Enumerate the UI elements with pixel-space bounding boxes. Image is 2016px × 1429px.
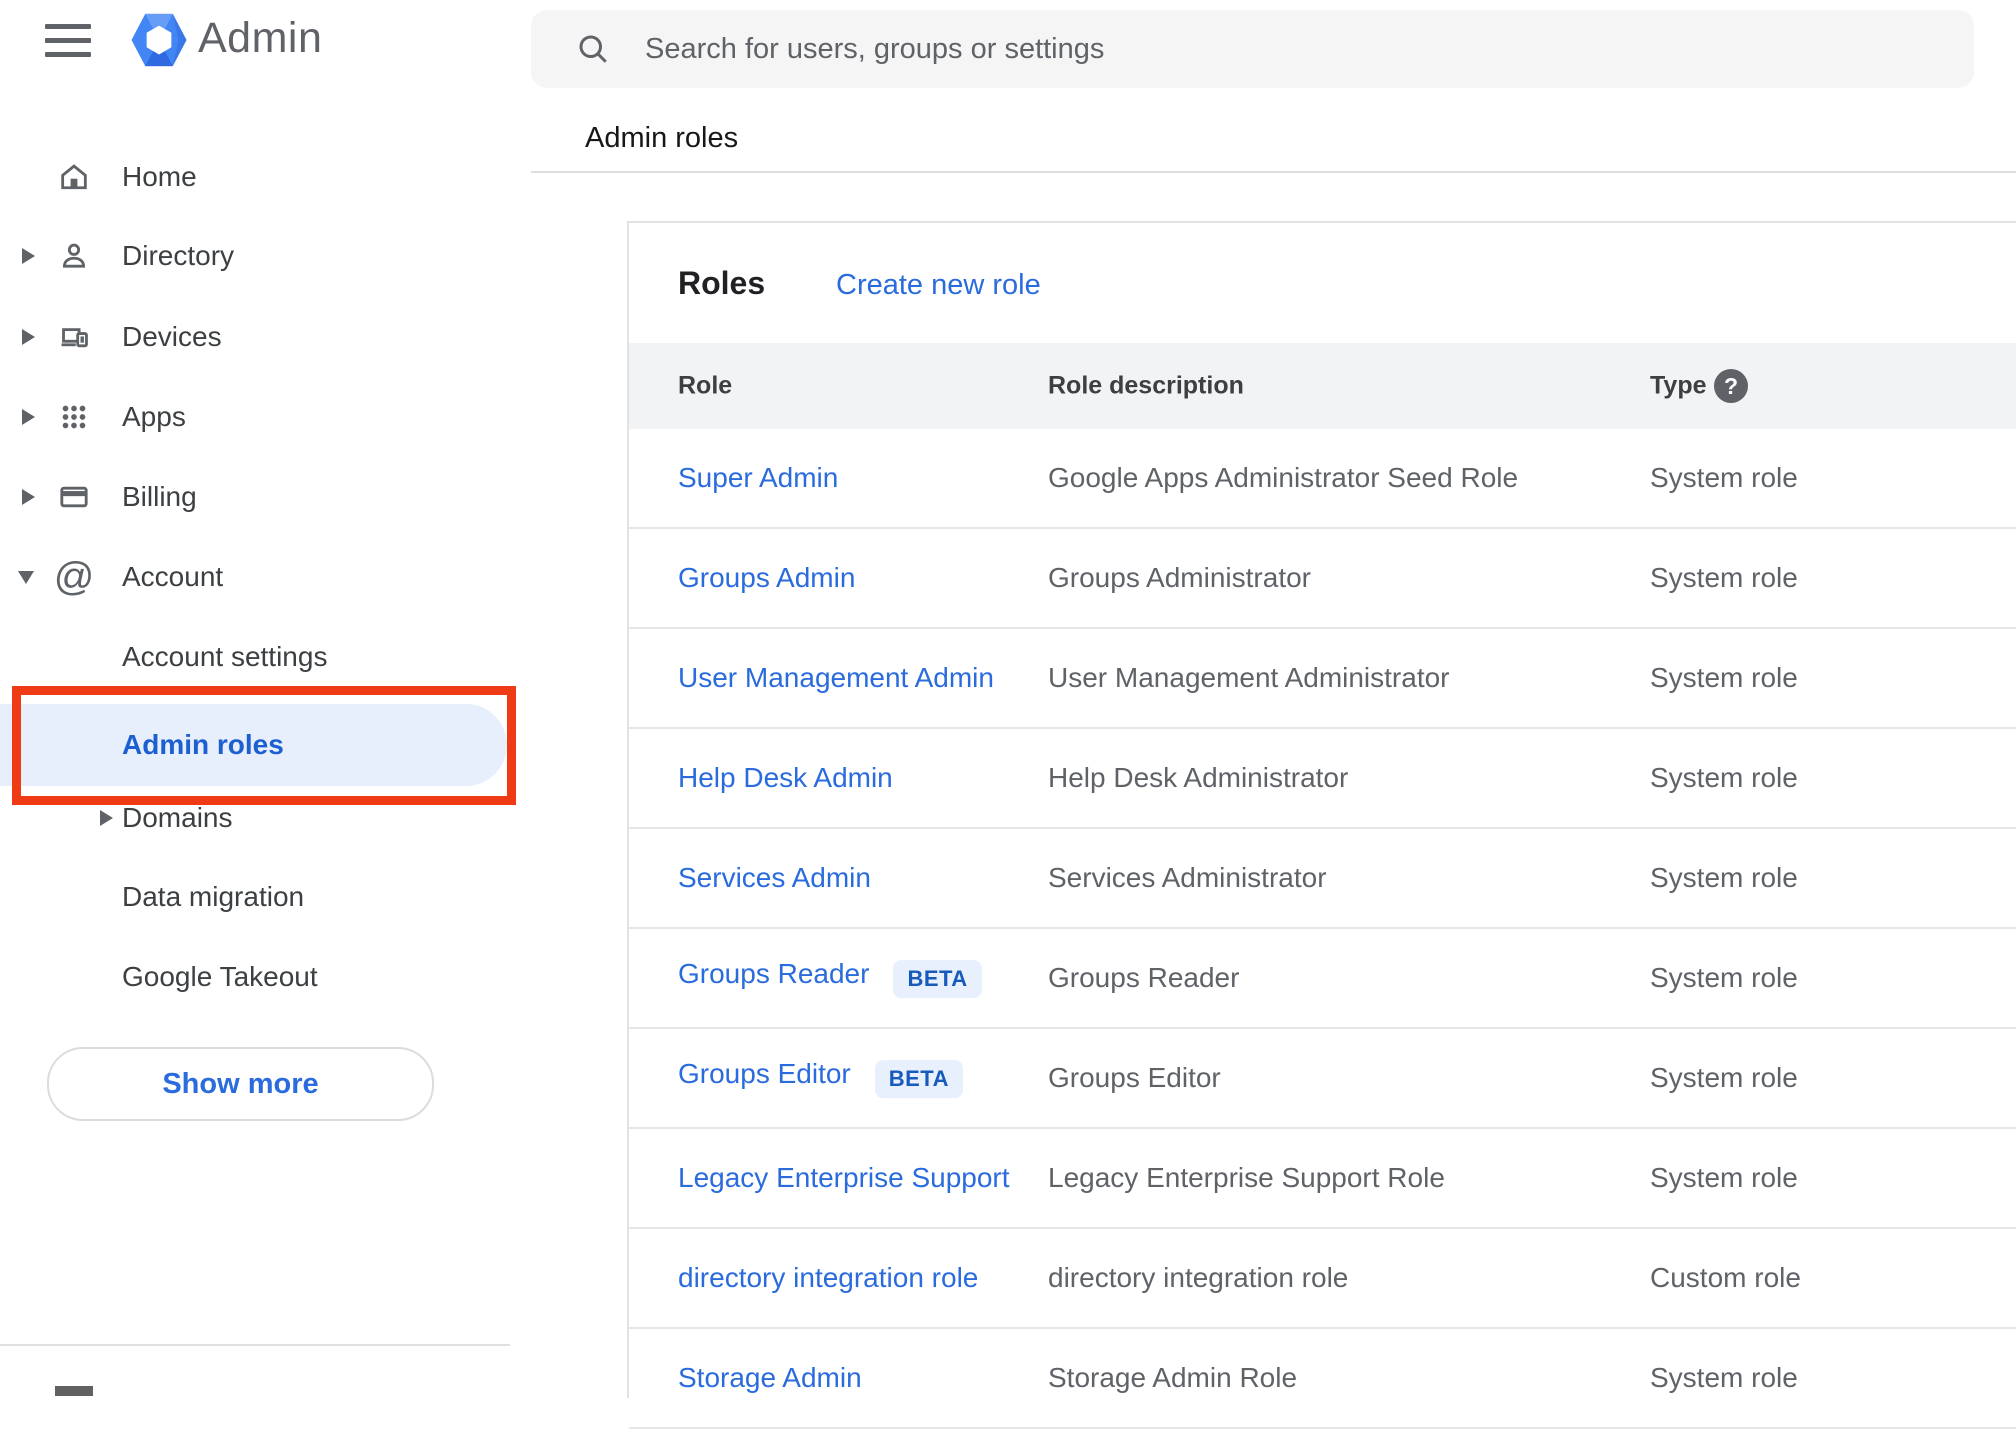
role-link[interactable]: Legacy Enterprise Support bbox=[678, 1162, 1010, 1193]
sidebar-item-label: Devices bbox=[122, 321, 222, 352]
role-type: Custom role bbox=[1650, 1262, 1801, 1293]
role-link[interactable]: Groups Editor bbox=[678, 1058, 851, 1089]
beta-badge: BETA bbox=[874, 1059, 964, 1098]
table-row: directory integration role directory int… bbox=[629, 1229, 2016, 1329]
role-type: System role bbox=[1650, 662, 1798, 693]
expand-arrow-icon[interactable] bbox=[22, 409, 35, 425]
table-header: Role Role description Type ? bbox=[629, 343, 2016, 429]
column-header-role: Role bbox=[678, 371, 733, 400]
role-description: Storage Admin Role bbox=[1048, 1362, 1298, 1393]
sidebar-item-google-takeout[interactable]: Google Takeout bbox=[0, 955, 530, 999]
help-icon[interactable]: ? bbox=[1714, 369, 1748, 403]
google-admin-logo-icon bbox=[131, 13, 187, 67]
expand-arrow-icon[interactable] bbox=[100, 810, 113, 826]
sidebar-item-label: Admin roles bbox=[122, 729, 284, 760]
role-link[interactable]: Services Admin bbox=[678, 862, 871, 893]
sidebar-item-apps[interactable]: Apps bbox=[0, 395, 530, 439]
sidebar-item-label: Domains bbox=[122, 802, 233, 833]
role-description: Legacy Enterprise Support Role bbox=[1048, 1162, 1445, 1193]
partial-bottom-icon bbox=[55, 1386, 93, 1396]
show-more-button[interactable]: Show more bbox=[47, 1047, 434, 1121]
search-icon bbox=[579, 35, 607, 63]
table-row: Help Desk Admin Help Desk Administrator … bbox=[629, 729, 2016, 829]
role-type: System role bbox=[1650, 762, 1798, 793]
roles-panel: Roles Create new role Role Role descript… bbox=[627, 221, 2016, 1429]
role-link[interactable]: Groups Admin bbox=[678, 562, 855, 593]
search-input[interactable] bbox=[643, 31, 1974, 67]
table-row: Storage Admin Storage Admin Role System … bbox=[629, 1329, 2016, 1429]
role-link[interactable]: Super Admin bbox=[678, 462, 838, 493]
sidebar-item-billing[interactable]: Billing bbox=[0, 475, 530, 519]
table-row: User Management Admin User Management Ad… bbox=[629, 629, 2016, 729]
table-row: Services Admin Services Administrator Sy… bbox=[629, 829, 2016, 929]
role-type: System role bbox=[1650, 1362, 1798, 1393]
role-description: Groups Administrator bbox=[1048, 562, 1311, 593]
role-link[interactable]: User Management Admin bbox=[678, 662, 994, 693]
breadcrumb: Admin roles bbox=[585, 122, 739, 154]
header-divider bbox=[531, 171, 2016, 173]
role-description: Services Administrator bbox=[1048, 862, 1327, 893]
create-new-role-link[interactable]: Create new role bbox=[836, 269, 1041, 302]
sidebar-item-directory[interactable]: Directory bbox=[0, 234, 530, 278]
apps-grid-icon bbox=[56, 399, 92, 435]
role-description: Help Desk Administrator bbox=[1048, 762, 1349, 793]
sidebar-item-label: Account bbox=[122, 561, 224, 592]
table-row: Groups Admin Groups Administrator System… bbox=[629, 529, 2016, 629]
credit-card-icon bbox=[56, 479, 92, 515]
table-row: Groups Editor BETA Groups Editor System r… bbox=[629, 1029, 2016, 1129]
role-link[interactable]: directory integration role bbox=[678, 1262, 978, 1293]
sidebar-item-account-settings[interactable]: Account settings bbox=[0, 635, 530, 679]
column-header-type: Type bbox=[1650, 371, 1707, 400]
role-description: User Management Administrator bbox=[1048, 662, 1450, 693]
beta-badge: BETA bbox=[893, 959, 982, 998]
role-description: directory integration role bbox=[1048, 1262, 1349, 1293]
app-title: Admin bbox=[198, 14, 323, 62]
expand-arrow-icon[interactable] bbox=[22, 329, 35, 345]
sidebar-item-data-migration[interactable]: Data migration bbox=[0, 875, 530, 919]
role-type: System role bbox=[1650, 1062, 1798, 1093]
devices-icon bbox=[56, 319, 92, 355]
role-description: Groups Editor bbox=[1048, 1062, 1221, 1093]
role-type: System role bbox=[1650, 962, 1798, 993]
table-row: Groups Reader BETA Groups Reader System r… bbox=[629, 929, 2016, 1029]
sidebar-item-label: Account settings bbox=[122, 641, 328, 672]
sidebar-divider bbox=[0, 1344, 510, 1346]
role-type: System role bbox=[1650, 462, 1798, 493]
sidebar-item-domains[interactable]: Domains bbox=[0, 796, 530, 840]
sidebar-item-label: Home bbox=[122, 161, 197, 192]
column-header-role-description: Role description bbox=[1048, 371, 1244, 400]
sidebar-item-label: Directory bbox=[122, 240, 235, 271]
expand-arrow-icon[interactable] bbox=[22, 248, 35, 264]
person-icon bbox=[56, 238, 92, 274]
expand-arrow-icon[interactable] bbox=[22, 489, 35, 505]
sidebar-item-label: Billing bbox=[122, 481, 197, 512]
role-link[interactable]: Help Desk Admin bbox=[678, 762, 893, 793]
collapse-arrow-icon[interactable] bbox=[18, 570, 34, 584]
sidebar-item-label: Google Takeout bbox=[122, 961, 318, 992]
role-description: Groups Reader bbox=[1048, 962, 1240, 993]
menu-hamburger-icon[interactable] bbox=[45, 22, 91, 62]
at-sign-icon: @ bbox=[53, 555, 95, 599]
role-type: System role bbox=[1650, 1162, 1798, 1193]
sidebar-item-admin-roles[interactable]: Admin roles bbox=[0, 704, 507, 786]
role-description: Google Apps Administrator Seed Role bbox=[1048, 462, 1519, 493]
table-row: Super Admin Google Apps Administrator Se… bbox=[629, 429, 2016, 529]
sidebar-item-home[interactable]: Home bbox=[0, 155, 530, 199]
role-type: System role bbox=[1650, 562, 1798, 593]
sidebar-item-label: Apps bbox=[122, 401, 186, 432]
global-search[interactable] bbox=[531, 10, 1974, 88]
role-link[interactable]: Storage Admin bbox=[678, 1362, 862, 1393]
role-link[interactable]: Groups Reader bbox=[678, 958, 869, 989]
sidebar-item-devices[interactable]: Devices bbox=[0, 315, 530, 359]
sidebar-item-label: Data migration bbox=[122, 881, 305, 912]
home-icon bbox=[56, 159, 92, 195]
role-type: System role bbox=[1650, 862, 1798, 893]
panel-title: Roles bbox=[678, 265, 766, 301]
sidebar-item-account[interactable]: @ Account bbox=[0, 555, 530, 599]
table-row: Legacy Enterprise Support Legacy Enterpr… bbox=[629, 1129, 2016, 1229]
roles-table-body: Super Admin Google Apps Administrator Se… bbox=[629, 429, 2016, 1429]
